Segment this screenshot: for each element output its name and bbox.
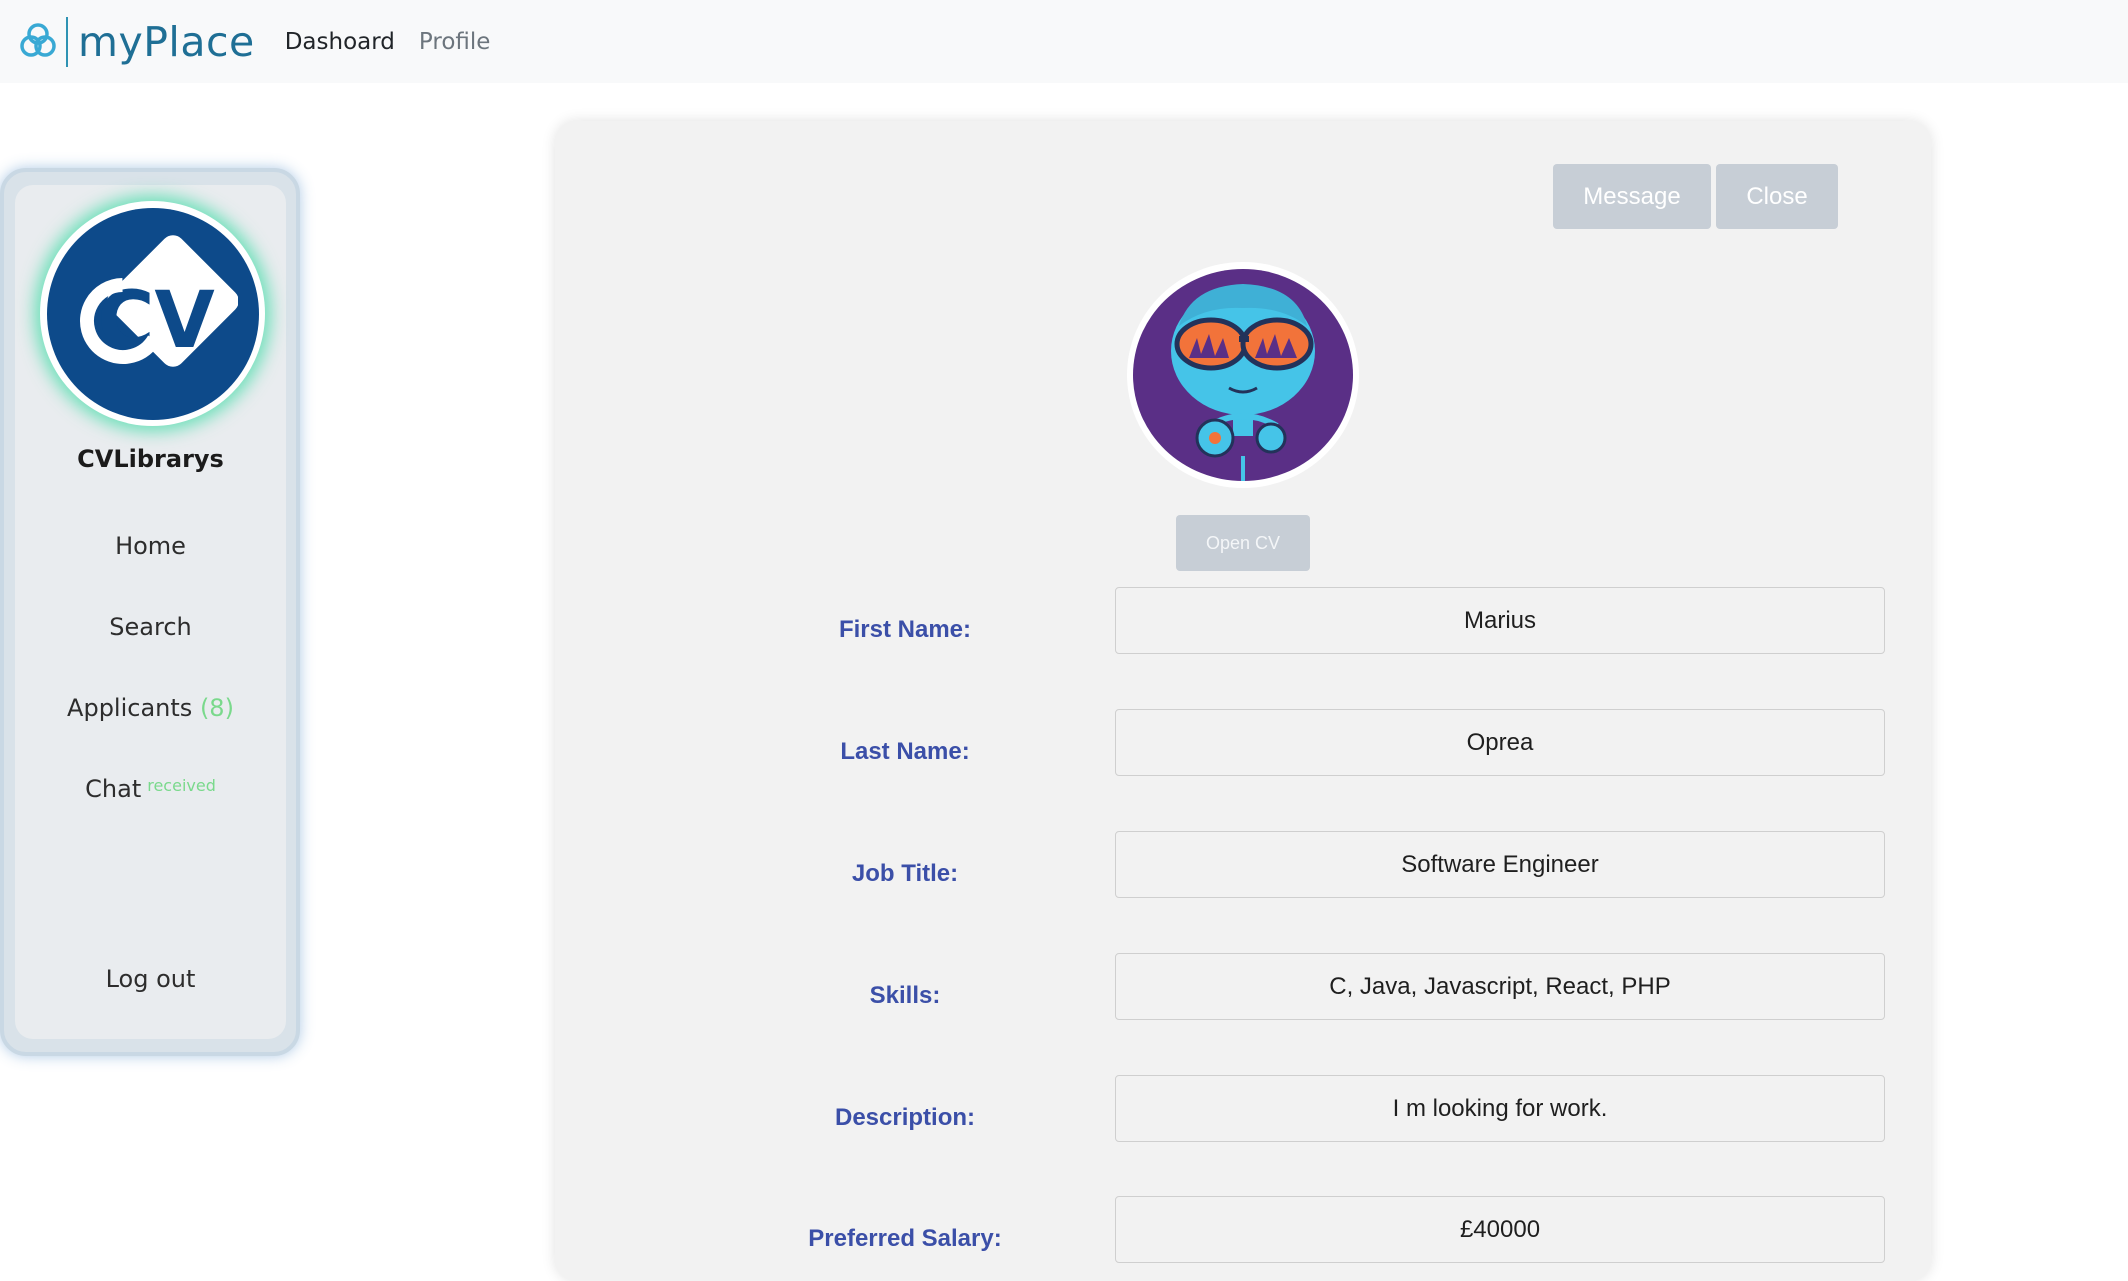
close-button[interactable]: Close [1716,164,1838,229]
profile-avatar-image [1133,269,1353,481]
sidebar: CV CVLibrarys Home Search Applicants (8)… [0,168,300,1056]
preferred-salary-label: Preferred Salary: [808,1225,1002,1252]
sidebar-item-label: Home [115,532,186,560]
description-field[interactable]: I m looking for work. [1115,1075,1885,1142]
profile-avatar [1127,262,1359,488]
last-name-label: Last Name: [840,738,970,765]
top-navbar: myPlace Dashoard Profile [0,0,2128,83]
nav-profile[interactable]: Profile [419,29,491,55]
skills-label: Skills: [869,982,941,1009]
chat-status-badge: received [147,776,216,795]
sidebar-item-search[interactable]: Search [15,613,286,641]
message-button[interactable]: Message [1553,164,1711,229]
sidebar-item-logout[interactable]: Log out [15,965,286,993]
skills-field[interactable]: C, Java, Javascript, React, PHP [1115,953,1885,1020]
company-logo: CV [46,207,259,420]
brand-divider [66,16,68,67]
first-name-label: First Name: [838,616,972,643]
nav-dashboard[interactable]: Dashoard [285,29,395,55]
cv-logo-icon: CV [79,234,238,367]
description-label: Description: [834,1104,975,1131]
brand-logo-icon [20,22,56,57]
open-cv-button[interactable]: Open CV [1176,515,1310,571]
profile-card: Message Close Open CV First Name: Marius… [555,121,1931,1281]
company-avatar: CV [40,201,265,426]
job-title-field[interactable]: Software Engineer [1115,831,1885,898]
sidebar-item-label: Applicants [67,694,193,722]
sidebar-item-applicants[interactable]: Applicants (8) [15,694,286,722]
company-name: CVLibrarys [77,445,224,473]
sidebar-item-home[interactable]: Home [15,532,286,560]
last-name-field[interactable]: Oprea [1115,709,1885,776]
sidebar-item-chat[interactable]: Chat received [15,775,286,803]
applicants-count-badge: (8) [199,694,234,722]
sidebar-item-label: Log out [105,965,196,993]
job-title-label: Job Title: [851,860,959,887]
first-name-field[interactable]: Marius [1115,587,1885,654]
sidebar-item-label: Search [109,613,192,641]
brand-name[interactable]: myPlace [78,18,255,66]
brand[interactable]: myPlace [18,16,255,67]
sidebar-panel: CV CVLibrarys Home Search Applicants (8)… [15,185,286,1039]
sidebar-item-label: Chat [85,775,142,803]
preferred-salary-field[interactable]: £40000 [1115,1196,1885,1263]
